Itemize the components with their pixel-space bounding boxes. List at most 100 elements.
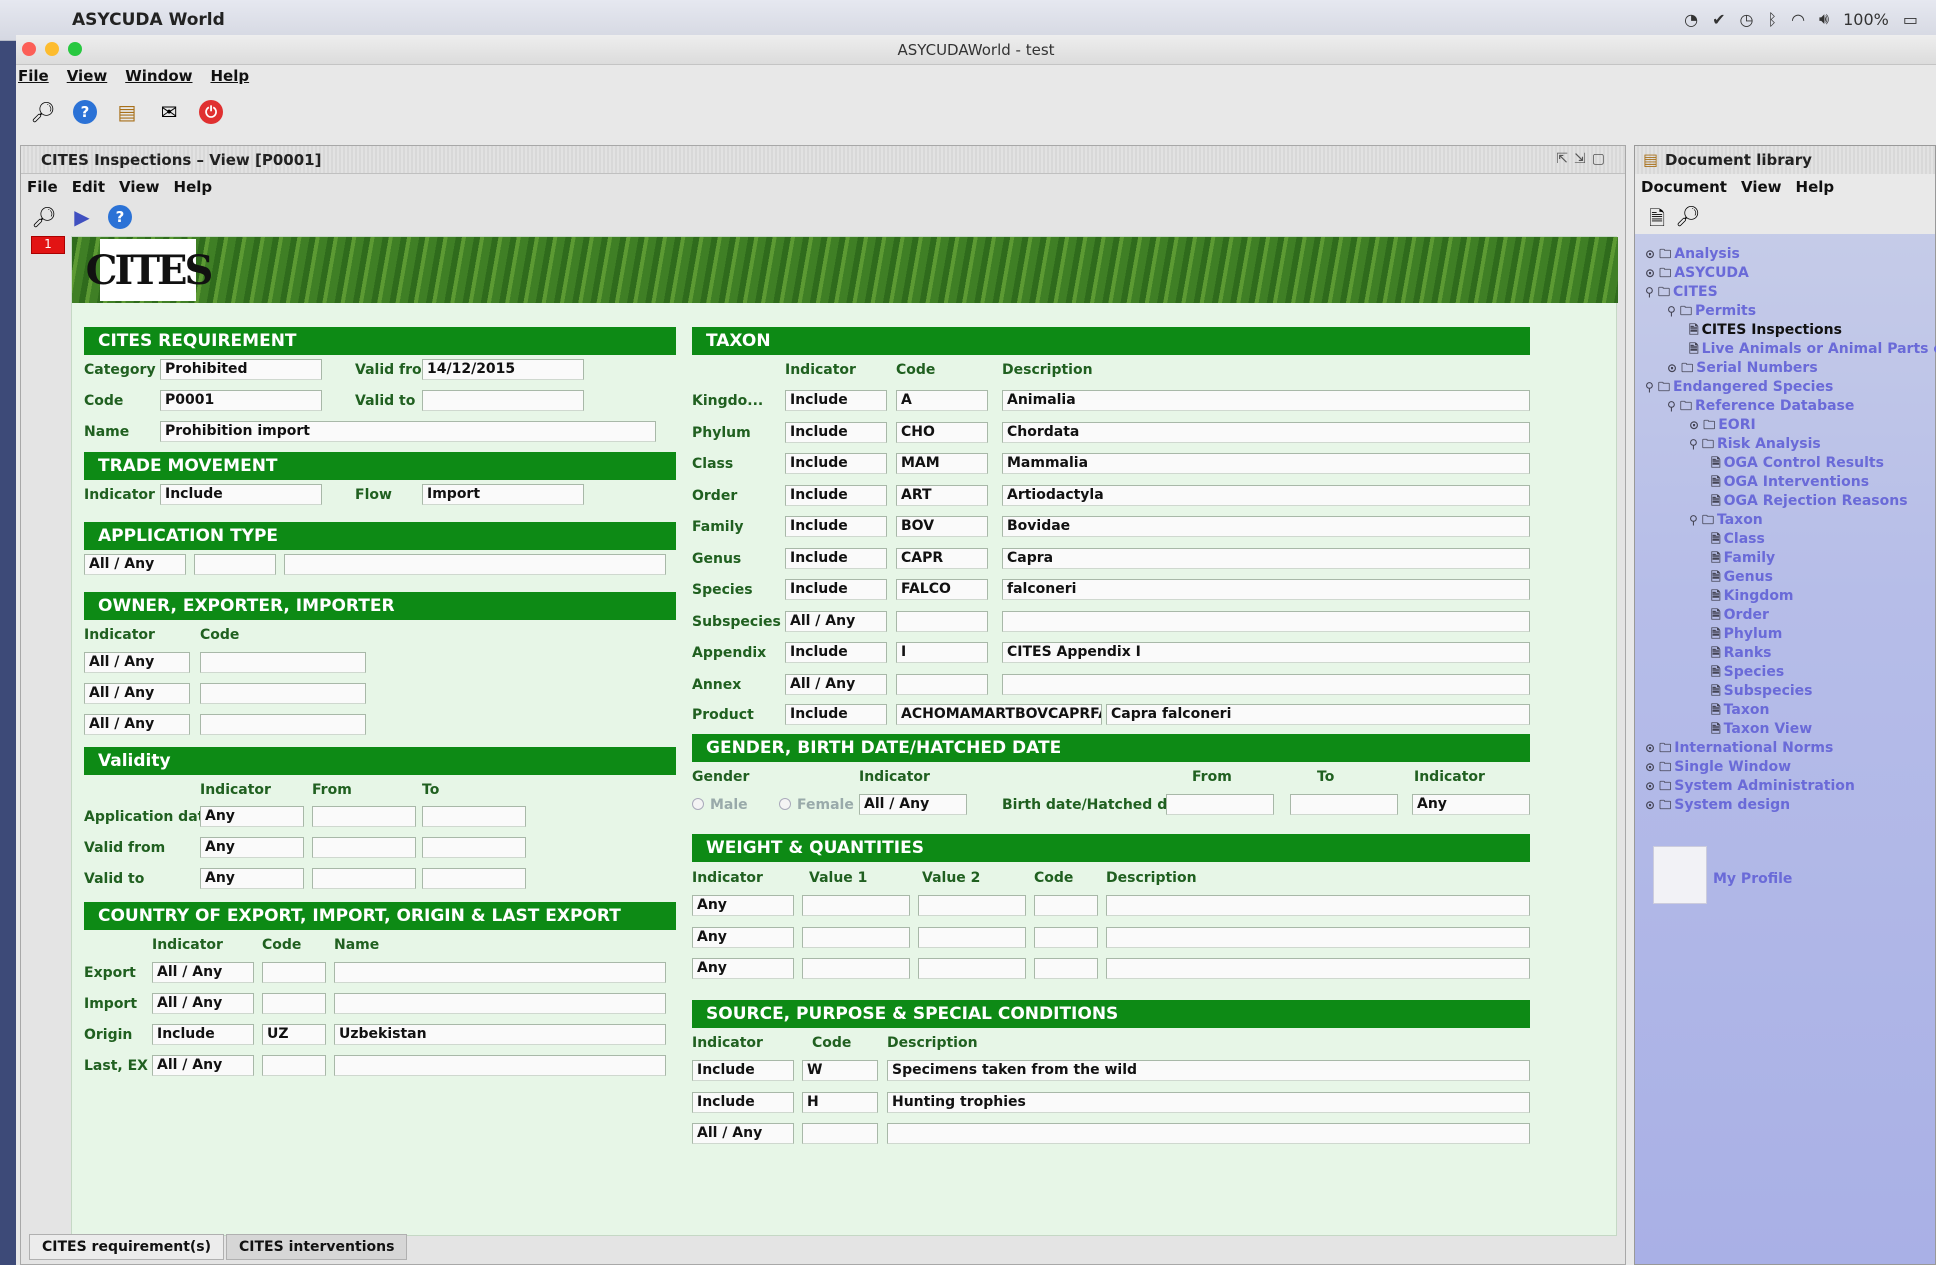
tree-node[interactable]: ⚲ 🗀 Risk Analysis [1689, 435, 1821, 456]
taxon-indicator-field[interactable]: Include [785, 453, 887, 474]
source-code-field[interactable]: H [802, 1091, 878, 1113]
validity-to-2[interactable] [422, 837, 526, 858]
valid-from-field[interactable]: 14/12/2015 [422, 359, 584, 380]
tree-node[interactable]: ⊙ 🗀 System Administration [1645, 777, 1855, 798]
taxon-indicator-field[interactable]: Include [785, 421, 887, 443]
taxon-description-field[interactable]: Capra [1002, 547, 1530, 569]
play-icon[interactable]: ▶ [67, 202, 97, 232]
tree-node[interactable]: ⚲ 🗀 Permits [1667, 302, 1756, 323]
tree-node[interactable]: ⊙ 🗀 Serial Numbers [1667, 359, 1818, 380]
tree-node[interactable]: ⊙ 🗀 International Norms [1645, 739, 1833, 760]
category-field[interactable]: Prohibited [160, 359, 322, 380]
country-indicator-field[interactable]: All / Any [152, 1055, 254, 1076]
owner-code-3[interactable] [200, 714, 366, 735]
tree-node[interactable]: ⊙ 🗀 ASYCUDA [1645, 264, 1749, 285]
power-icon[interactable]: ⏻ [196, 97, 226, 127]
os-app-name[interactable]: ASYCUDA World [72, 10, 225, 30]
taxon-code-field[interactable]: CHO [896, 421, 988, 443]
weight-value2-field[interactable] [918, 895, 1026, 916]
country-code-field[interactable]: UZ [262, 1024, 326, 1045]
volume-icon[interactable]: 🔊︎ [1819, 9, 1829, 29]
source-description-field[interactable]: Specimens taken from the wild [887, 1060, 1530, 1081]
menu-view[interactable]: View [67, 67, 108, 93]
application-type-code[interactable] [194, 554, 276, 575]
taxon-code-field[interactable]: FALCO [896, 579, 988, 600]
taxon-description-field[interactable]: Chordata [1002, 421, 1530, 443]
search-icon[interactable]: 🔎︎ [1675, 204, 1700, 230]
validity-indicator-3[interactable]: Any [200, 868, 304, 889]
validity-from-1[interactable] [312, 806, 416, 827]
source-indicator-field[interactable]: All / Any [692, 1123, 794, 1144]
tree-node[interactable]: 🗎 Class [1711, 530, 1765, 551]
taxon-indicator-field[interactable]: Include [785, 484, 887, 506]
source-description-field[interactable] [887, 1123, 1530, 1144]
source-description-field[interactable]: Hunting trophies [887, 1091, 1530, 1113]
battery-icon[interactable]: ▭ [1903, 10, 1918, 29]
application-type-description[interactable] [284, 554, 666, 575]
valid-to-field[interactable] [422, 390, 584, 411]
tree-node[interactable]: ⚲ 🗀 Taxon [1689, 511, 1763, 532]
mail-icon[interactable]: ✉ [154, 97, 184, 127]
female-radio[interactable]: Female [779, 797, 854, 813]
owner-indicator-3[interactable]: All / Any [84, 714, 190, 735]
weight-indicator-field[interactable]: Any [692, 958, 794, 979]
tree-node[interactable]: 🗎 OGA Interventions [1711, 473, 1869, 494]
weight-description-field[interactable] [1106, 926, 1530, 948]
search-icon[interactable]: 🔎︎ [28, 97, 58, 127]
application-type-indicator[interactable]: All / Any [84, 554, 186, 575]
tree-node[interactable]: 🗎 Taxon View [1711, 720, 1812, 741]
weight-description-field[interactable] [1106, 958, 1530, 979]
taxon-code-field[interactable]: I [896, 642, 988, 663]
weight-value2-field[interactable] [918, 958, 1026, 979]
search-icon[interactable]: 🔎︎ [29, 202, 59, 232]
taxon-code-field[interactable]: CAPR [896, 547, 988, 569]
help-icon[interactable]: ? [70, 97, 100, 127]
wifi-icon[interactable]: ◠ [1791, 10, 1805, 29]
tree-node[interactable]: 🗎 Species [1711, 663, 1784, 684]
country-code-field[interactable] [262, 993, 326, 1014]
taxon-description-field[interactable]: Artiodactyla [1002, 484, 1530, 506]
male-radio[interactable]: Male [692, 797, 748, 813]
country-indicator-field[interactable]: All / Any [152, 993, 254, 1014]
help-icon[interactable]: ? [105, 202, 135, 232]
taxon-description-field[interactable]: Animalia [1002, 390, 1530, 411]
frame-menu-help[interactable]: Help [174, 178, 213, 196]
taxon-description-field[interactable]: falconeri [1002, 579, 1530, 600]
taxon-product-indicator[interactable]: Include [785, 704, 887, 725]
clock-icon[interactable]: ◷ [1739, 10, 1753, 29]
validity-from-2[interactable] [312, 837, 416, 858]
tree-node[interactable]: 🗎 OGA Rejection Reasons [1711, 492, 1908, 513]
taxon-indicator-field[interactable]: All / Any [785, 610, 887, 632]
weight-value1-field[interactable] [802, 895, 910, 916]
taxon-indicator-field[interactable]: All / Any [785, 673, 887, 695]
taxon-code-field[interactable]: A [896, 390, 988, 411]
weight-code-field[interactable] [1034, 926, 1098, 948]
weight-code-field[interactable] [1034, 958, 1098, 979]
country-name-field[interactable] [334, 1055, 666, 1076]
library-menu-document[interactable]: Document [1641, 178, 1727, 196]
tree-node[interactable]: ⊙ 🗀 EORI [1689, 416, 1756, 437]
library-menu-view[interactable]: View [1741, 178, 1782, 196]
check-icon[interactable]: ✔ [1712, 10, 1725, 29]
tree-node[interactable]: 🗎 Genus [1711, 568, 1773, 589]
tab-cites-requirements[interactable]: CITES requirement(s) [29, 1234, 225, 1260]
taxon-indicator-field[interactable]: Include [785, 579, 887, 600]
frame-controls[interactable]: ⇱⇲▢ [1556, 151, 1611, 167]
source-code-field[interactable]: W [802, 1060, 878, 1081]
validity-indicator-2[interactable]: Any [200, 837, 304, 858]
trade-indicator-field[interactable]: Include [160, 484, 322, 505]
taxon-indicator-field[interactable]: Include [785, 516, 887, 537]
tree-node[interactable]: 🗎 Live Animals or Animal Parts or [1689, 340, 1936, 361]
tree-node[interactable]: ⊙ 🗀 System design [1645, 796, 1790, 817]
taxon-description-field[interactable]: Bovidae [1002, 516, 1530, 537]
taxon-product-code[interactable]: ACHOMAMARTBOVCAPRFALC [896, 704, 1102, 725]
menu-help[interactable]: Help [211, 67, 250, 93]
country-name-field[interactable] [334, 993, 666, 1014]
bluetooth-icon[interactable]: ᛒ [1767, 10, 1777, 29]
tree-node[interactable]: ⚲ 🗀 Reference Database [1667, 397, 1854, 418]
library-menu-help[interactable]: Help [1796, 178, 1835, 196]
document-library-icon[interactable]: ▤ [112, 97, 142, 127]
tree-node[interactable]: 🗎 CITES Inspections [1689, 321, 1842, 342]
owner-indicator-1[interactable]: All / Any [84, 652, 190, 673]
new-document-icon[interactable]: 🗎 [1649, 204, 1665, 230]
